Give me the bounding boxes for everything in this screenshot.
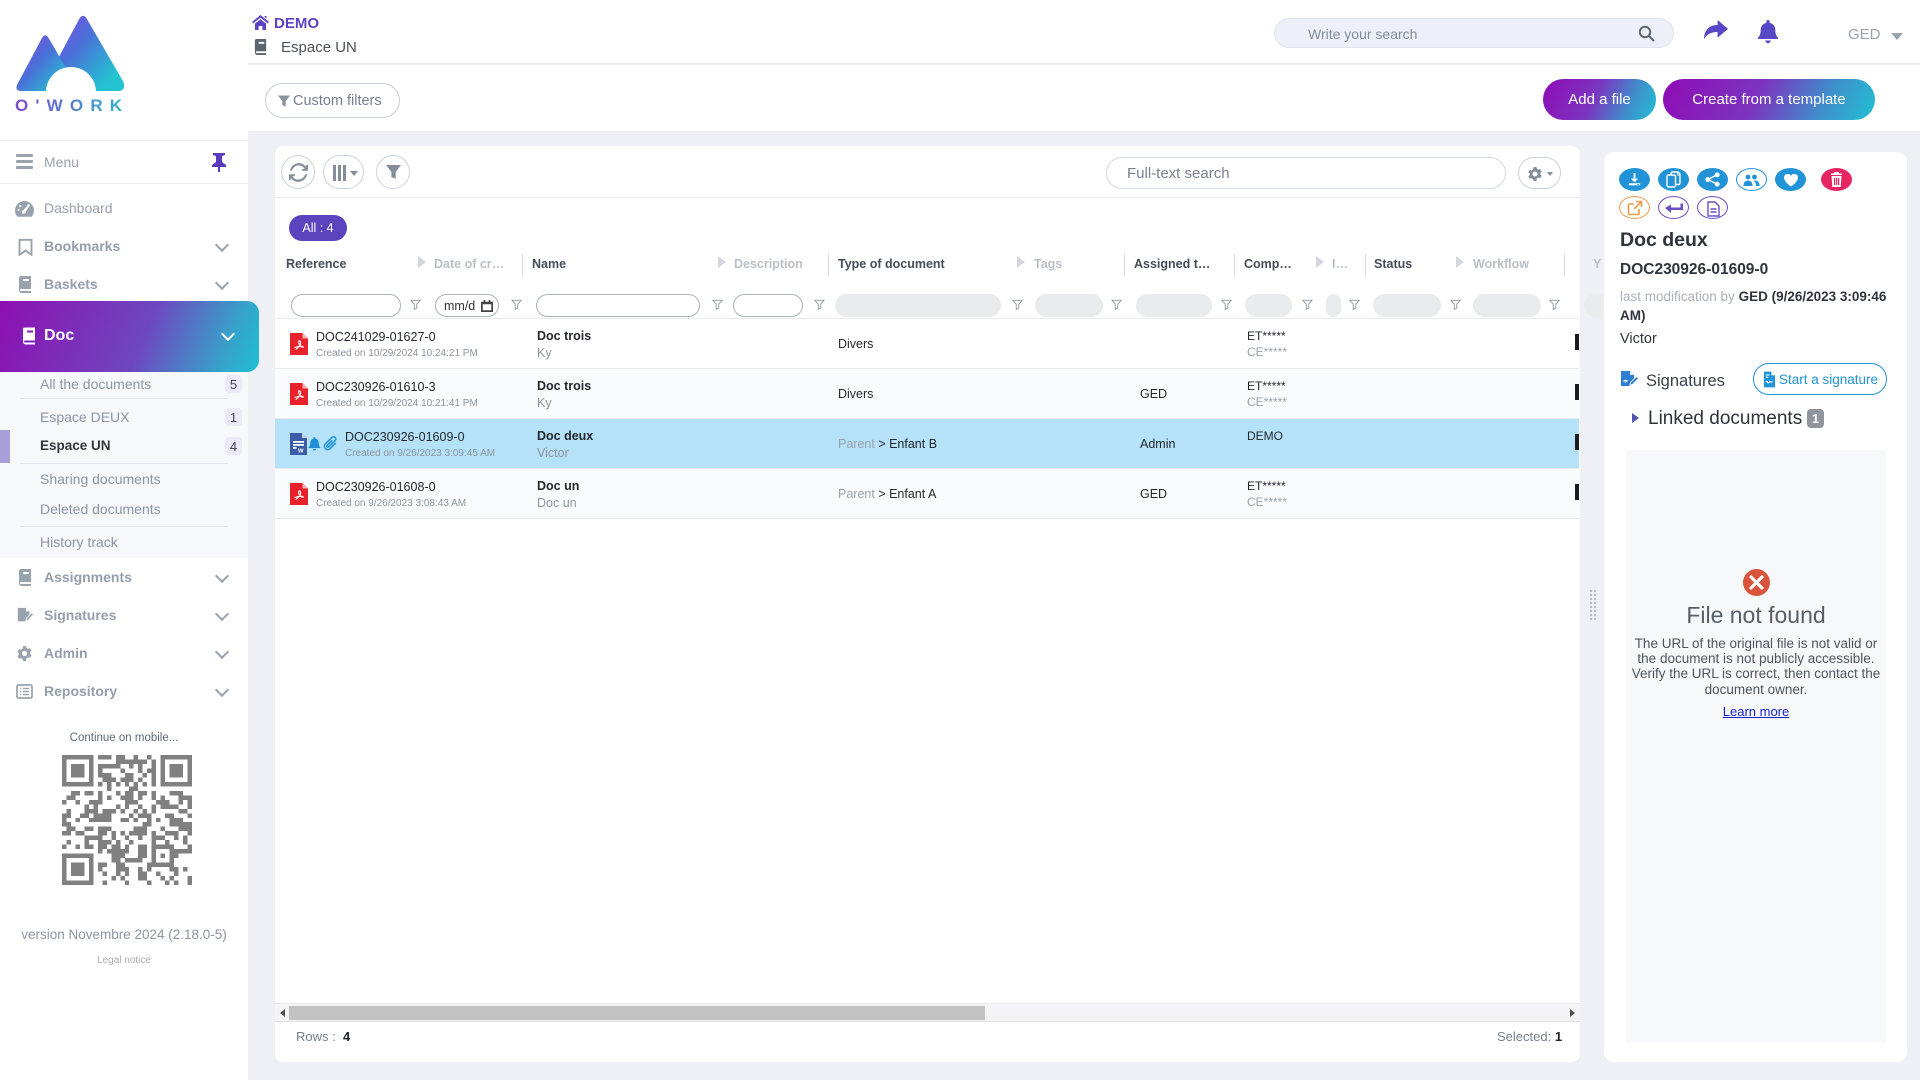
svg-text:w: w (297, 448, 304, 455)
svg-text:O'WORK: O'WORK (15, 96, 126, 114)
